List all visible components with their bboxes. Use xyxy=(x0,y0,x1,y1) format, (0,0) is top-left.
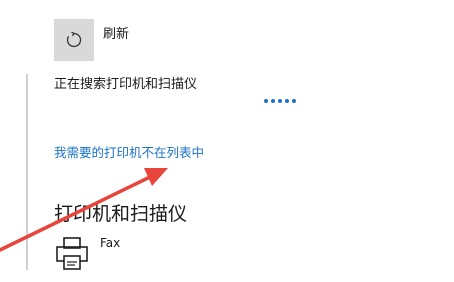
refresh-label[interactable]: 刷新 xyxy=(103,23,129,42)
loading-dot xyxy=(271,99,275,103)
searching-status-text: 正在搜索打印机和扫描仪 xyxy=(54,77,198,92)
printer-icon xyxy=(54,236,92,272)
printer-name-fax: Fax xyxy=(100,236,121,250)
loading-dot xyxy=(285,99,289,103)
refresh-icon xyxy=(64,30,84,50)
printer-not-listed-link[interactable]: 我需要的打印机不在列表中 xyxy=(54,142,204,161)
loading-dots-icon xyxy=(264,99,296,103)
loading-dot xyxy=(264,99,268,103)
loading-dot xyxy=(278,99,282,103)
settings-panel: 刷新 正在搜索打印机和扫描仪 我需要的打印机不在列表中 打印机和扫描仪 Fax xyxy=(0,0,454,282)
left-edge-divider xyxy=(26,74,28,270)
refresh-button[interactable] xyxy=(54,19,94,61)
loading-dot xyxy=(292,99,296,103)
section-title: 打印机和扫描仪 xyxy=(54,203,188,225)
